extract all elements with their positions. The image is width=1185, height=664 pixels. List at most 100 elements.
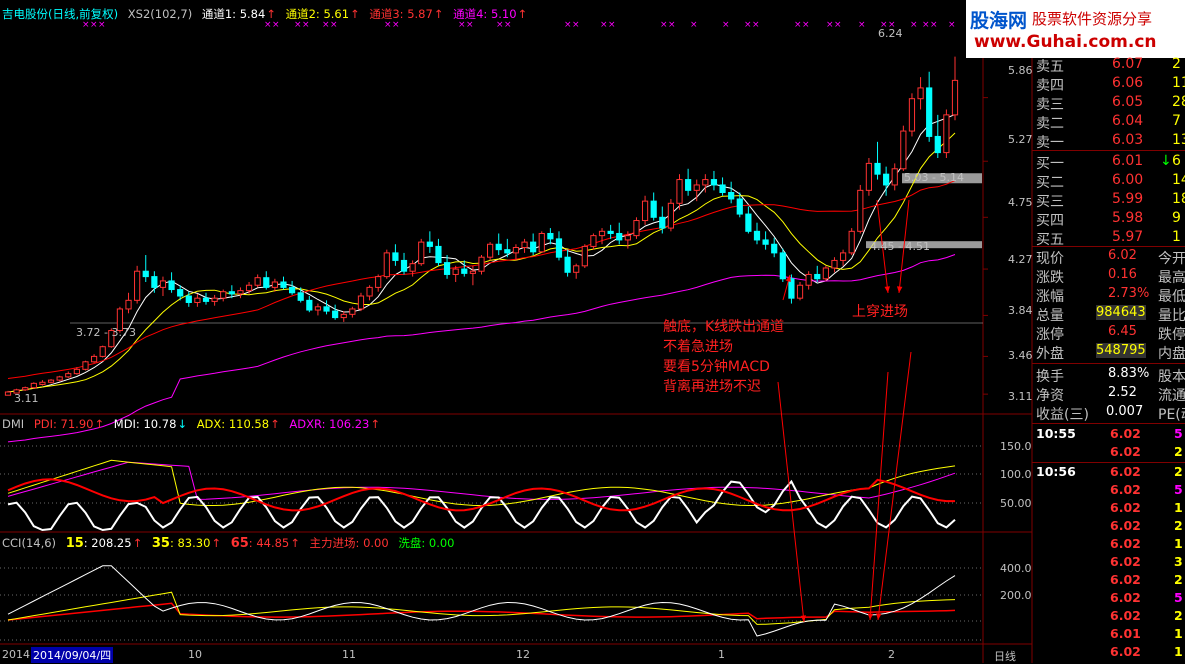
adxr-value: ADXR: 106.23 [289,417,370,431]
signal-x-mark: × [608,20,616,30]
quote-value: 0.16 [1108,267,1137,282]
buy-level[interactable]: 买一 6.01 ↓ 6 [1032,153,1182,172]
candle-body [22,387,29,391]
dmi-name[interactable]: DMI [2,417,24,431]
tick-row[interactable]: 6.02 1 [1032,536,1183,554]
tick-row[interactable]: 6.02 1 [1032,644,1183,662]
low-price-label: 3.11 [14,392,39,405]
candle-body [633,220,640,237]
candle-body [383,252,390,278]
candle-body [607,230,614,234]
sell-level-volume: 13 [1172,132,1185,148]
quote-row[interactable]: 总量 984643 量比 [1032,305,1185,324]
candle-body [788,278,795,299]
quote-row[interactable]: 收益(三) 0.007 PE(动) [1032,404,1185,423]
candle-body [194,297,201,303]
candle-body [512,246,520,254]
candle-body [573,265,580,273]
candle-body [891,168,898,186]
tick-row[interactable]: 10:56 6.02 2 [1032,464,1183,482]
sell-level-label: 卖五 [1036,59,1064,75]
candle-body [30,382,37,389]
up-arrow-icon: ↑ [517,7,528,21]
sell-level-price: 6.06 [1112,75,1144,91]
high-price-label: 6.24 [878,27,903,40]
tick-volume: 2 [1174,444,1183,459]
candle-body [624,235,631,241]
quote-label: 收益(三) [1036,407,1089,423]
tick-row[interactable]: 6.02 1 [1032,500,1183,518]
sell-level-volume: 11 [1172,75,1185,91]
tick-row[interactable]: 6.02 5 [1032,590,1183,608]
quote-label: 涨跌 [1036,270,1064,286]
candle-body [487,243,494,258]
quote-row[interactable]: 涨跌 0.16 最高 [1032,267,1185,286]
quote-row[interactable]: 净资 2.52 流通 [1032,385,1185,404]
pdi-line [7,478,955,512]
candle-body [297,292,304,301]
signal-x-mark: × [668,20,676,30]
period-label[interactable]: 日线 [994,648,1016,664]
sell-level[interactable]: 卖一 6.03 13 [1032,132,1185,151]
candle-body [349,308,356,315]
buy-level[interactable]: 买二 6.00 14 [1032,172,1185,191]
tick-volume: 2 [1174,572,1183,587]
main-force-value: 主力进场: 0.00 [309,536,389,550]
candle-body [47,379,55,383]
candle-body [581,245,588,267]
period-label: (日线,前复权) [48,7,119,21]
candle-body [822,267,829,280]
dmi-axis-label: 150.0 [1000,440,1032,453]
tick-price: 6.02 [1110,644,1141,659]
tick-row[interactable]: 6.02 2 [1032,518,1183,536]
quote-row[interactable]: 换手 8.83% 股本 [1032,366,1185,385]
stock-name[interactable]: 吉电股份 [2,7,48,21]
quote-row[interactable]: 现价 6.02 今开 [1032,248,1185,267]
date-cursor[interactable]: 2014/09/04/四 [31,647,114,663]
candle-body [90,355,98,363]
signal-x-mark: × [858,20,866,30]
buy-level[interactable]: 买三 5.99 18 [1032,191,1185,210]
tick-row[interactable]: 6.02 3 [1032,554,1183,572]
cci-name[interactable]: CCI(14,6) [2,536,56,550]
candle-body [65,373,72,378]
quote-row[interactable]: 涨幅 2.73% 最低 [1032,286,1185,305]
quote-label: 外盘 [1036,346,1064,362]
site-logo[interactable]: 股海网 股票软件资源分享 www.Guhai.com.cn [966,0,1185,58]
candle-body [659,216,666,229]
channel1-value: 通道1: 5.84 [201,7,266,21]
candle-body [771,243,778,254]
date-axis-month: 12 [516,648,530,661]
sell-level-volume: 7 [1172,113,1181,129]
buy-level[interactable]: 买四 5.98 9 [1032,210,1182,229]
price-axis-label: 3.84 [1008,304,1033,317]
candle-body [332,310,339,319]
adxr-line [7,461,956,500]
candle-body [943,114,950,154]
sell-level[interactable]: 卖三 6.05 28 [1032,94,1185,113]
tick-price: 6.02 [1110,464,1141,479]
sell-level[interactable]: 卖四 6.06 11 [1032,75,1185,94]
quote-value: 2.73% [1108,286,1150,301]
quote-row[interactable]: 涨停 6.45 跌停 [1032,324,1185,343]
date-axis-month: 1 [718,648,725,661]
tick-volume: 5 [1174,482,1183,497]
sell-level[interactable]: 卖五 6.07 2 [1032,56,1182,75]
tick-row[interactable]: 6.02 2 [1032,608,1183,626]
tick-row[interactable]: 6.02 5 [1032,482,1183,500]
candle-body [125,299,132,310]
sell-level[interactable]: 卖二 6.04 7 [1032,113,1182,132]
candle-body [151,276,158,288]
candle-body [263,277,270,288]
tick-row[interactable]: 6.02 2 [1032,444,1183,462]
candle-body [779,252,786,280]
tick-row[interactable]: 6.02 2 [1032,572,1183,590]
tick-row[interactable]: 10:55 6.02 5 [1032,426,1183,444]
buy-level[interactable]: 买五 5.97 1 [1032,229,1182,248]
quote-row[interactable]: 外盘 548795 内盘 [1032,343,1185,362]
candle-body [590,235,597,247]
tick-time: 10:56 [1036,464,1076,479]
tick-volume: 1 [1174,644,1183,659]
price-axis-label: 3.46 [1008,349,1033,362]
tick-row[interactable]: 6.01 1 [1032,626,1183,644]
